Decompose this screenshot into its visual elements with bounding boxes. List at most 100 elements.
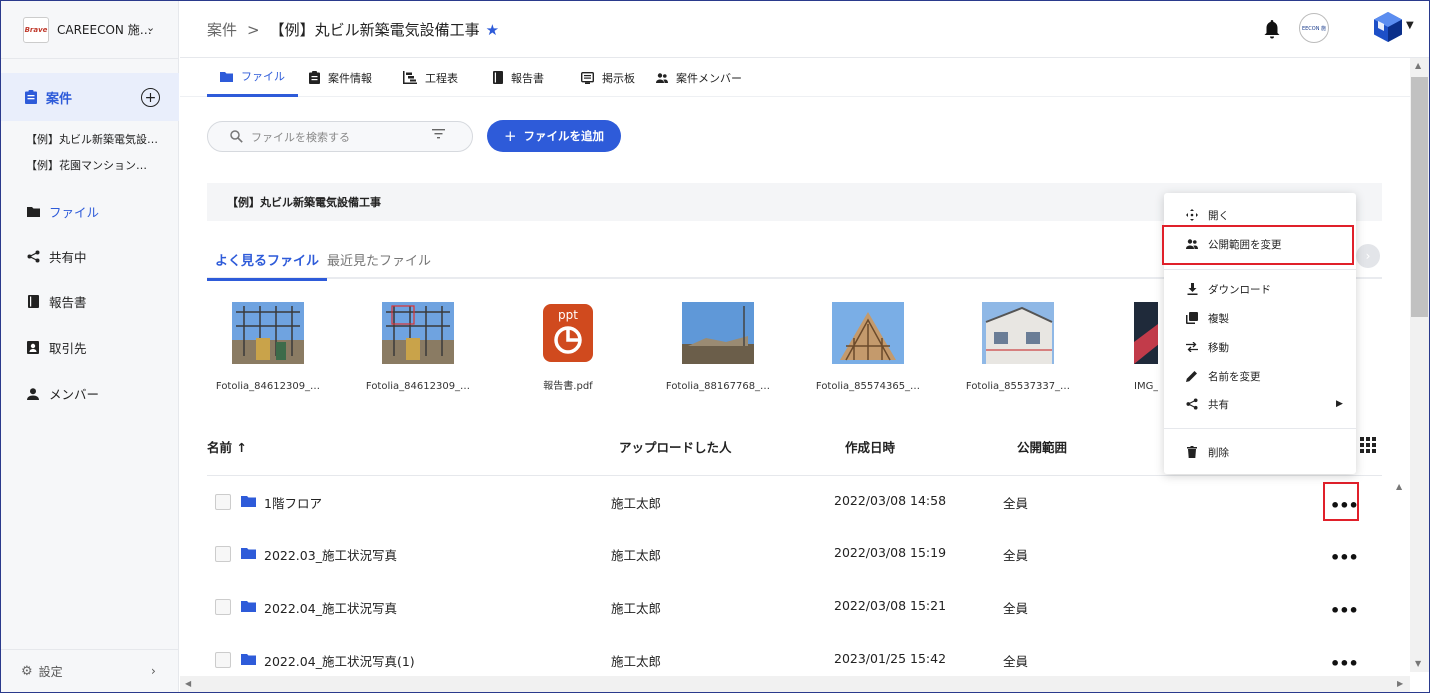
scroll-left-arrow[interactable]: ◀ [185,679,191,688]
scroll-right-arrow[interactable]: ▶ [1397,679,1403,688]
row-checkbox[interactable] [215,546,231,562]
caret-down-icon[interactable]: ▼ [1406,20,1414,31]
folder-icon [241,654,256,665]
folder-icon [26,205,40,219]
sidebar-item-shared[interactable]: 共有中 [26,247,87,266]
add-file-button[interactable]: + ファイルを追加 [487,120,621,152]
org-logo: Brave [23,16,49,43]
file-name[interactable]: 2022.04_施工状況写真 [264,598,397,617]
sidebar-item-label: 案件 [46,91,73,107]
plus-icon: + [503,127,517,145]
column-header-created[interactable]: 作成日時 [845,437,895,456]
scroll-down-arrow[interactable]: ▼ [1415,659,1421,668]
menu-item-move[interactable]: 移動 [1164,334,1356,360]
horizontal-scrollbar[interactable] [180,676,1410,692]
table-row[interactable]: 2022.04_施工状況写真 施工太郎 2022/03/08 15:21 全員 … [207,581,1382,633]
file-thumbnail[interactable]: Fotolia_85537337_… [958,302,1078,392]
file-thumbnail[interactable]: Fotolia_85574365_… [808,302,928,392]
column-header-uploader[interactable]: アップロードした人 [619,437,732,456]
sidebar-item-files[interactable]: ファイル [26,202,99,221]
file-thumbnail[interactable]: IMG_0 [1108,302,1158,392]
thumbnail-label: Fotolia_85574365_… [815,381,921,392]
person-icon [26,387,40,401]
more-options-button[interactable]: ••• [1330,548,1359,567]
tab-project-info[interactable]: 案件情報 [309,58,372,97]
file-thumbnail[interactable]: Fotolia_84612309_… [358,302,478,392]
page-title: 【例】丸ビル新築電気設備工事 [269,21,480,39]
scrollbar-thumb[interactable] [1411,77,1428,317]
avatar[interactable]: EECON 施 [1299,13,1329,43]
highlight-box [1323,482,1359,521]
org-switcher[interactable]: Brave CAREECON 施… ⌄ [1,1,179,59]
table-row[interactable]: 2022.03_施工状況写真 施工太郎 2022/03/08 15:19 全員 … [207,528,1382,580]
column-header-visibility[interactable]: 公開範囲 [1017,437,1067,456]
menu-item-delete[interactable]: 削除 [1164,439,1356,465]
tab-schedule[interactable]: 工程表 [403,58,458,97]
filter-icon[interactable] [432,129,445,139]
photo-thumbnail [832,302,904,364]
more-options-button[interactable]: ••• [1330,601,1359,620]
tab-frequent-files[interactable]: よく見るファイル [207,250,328,281]
menu-item-duplicate[interactable]: 複製 [1164,305,1356,331]
tab-recent-files[interactable]: 最近見たファイル [327,250,431,269]
add-project-button[interactable]: + [141,88,160,107]
file-thumbnail[interactable]: ppt 報告書.pdf [508,302,628,392]
sidebar-item-clients[interactable]: 取引先 [26,338,87,357]
cube-icon[interactable] [1374,12,1402,42]
header: 案件 > 【例】丸ビル新築電気設備工事 ★ EECON 施 ▼ [180,1,1429,58]
menu-item-share[interactable]: 共有 ▶ [1164,391,1356,417]
sidebar-project-link[interactable]: 【例】花園マンション… [26,157,147,173]
visibility-cell: 全員 [1003,601,1029,616]
column-header-name[interactable]: 名前 ↑ [207,437,247,456]
scroll-up-arrow[interactable]: ▲ [1396,482,1402,491]
menu-item-rename[interactable]: 名前を変更 [1164,363,1356,389]
table-row[interactable]: 1階フロア 施工太郎 2022/03/08 14:58 全員 ••• [207,476,1382,528]
highlight-box [1162,225,1354,265]
folder-icon [241,496,256,507]
tab-project-members[interactable]: 案件メンバー [656,58,742,97]
file-name[interactable]: 2022.03_施工状況写真 [264,545,397,564]
menu-item-label: 削除 [1208,446,1229,459]
menu-item-download[interactable]: ダウンロード [1164,276,1356,302]
sidebar-item-members[interactable]: メンバー [26,384,99,403]
tab-label: 案件情報 [328,71,372,85]
scroll-up-arrow[interactable]: ▲ [1415,61,1421,70]
tab-label: 工程表 [425,71,458,85]
file-thumbnail[interactable]: Fotolia_84612309_… [208,302,328,392]
move-icon [1186,341,1198,353]
bell-icon[interactable] [1264,20,1280,39]
chevron-right-icon: › [151,664,156,678]
sidebar-project-link[interactable]: 【例】丸ビル新築電気設… [26,131,158,147]
breadcrumb-root[interactable]: 案件 [207,19,237,40]
sidebar-item-label: 共有中 [49,250,87,265]
tab-reports[interactable]: 報告書 [493,58,544,97]
add-file-label: ファイルを追加 [523,129,605,143]
more-options-button[interactable]: ••• [1330,654,1359,673]
tab-label: 掲示板 [602,71,635,85]
contact-icon [26,341,40,355]
file-thumbnail[interactable]: Fotolia_88167768_… [658,302,778,392]
carousel-next-button[interactable]: › [1356,244,1380,268]
tab-label: 案件メンバー [676,71,742,85]
row-checkbox[interactable] [215,494,231,510]
settings-button[interactable]: ⚙ 設定 › [1,649,179,693]
tab-board[interactable]: 掲示板 [581,58,635,97]
photo-thumbnail [1134,302,1158,364]
row-checkbox[interactable] [215,652,231,668]
uploader-cell: 施工太郎 [611,496,662,511]
grid-view-icon[interactable] [1360,437,1376,453]
star-icon[interactable]: ★ [486,21,499,39]
folder-icon [241,601,256,612]
search-placeholder: ファイルを検索する [251,130,350,144]
open-icon [1186,209,1198,221]
caret-right-icon: ▶ [1336,399,1343,409]
row-checkbox[interactable] [215,599,231,615]
sidebar-item-reports[interactable]: 報告書 [26,292,87,311]
folder-icon [241,548,256,559]
sidebar-item-label: メンバー [49,387,100,402]
thumbnail-label: 報告書.pdf [543,381,593,392]
file-name[interactable]: 1階フロア [264,493,322,512]
photo-thumbnail [682,302,754,364]
tab-files[interactable]: ファイル [207,58,298,97]
file-name[interactable]: 2022.04_施工状況写真(1) [264,651,415,670]
